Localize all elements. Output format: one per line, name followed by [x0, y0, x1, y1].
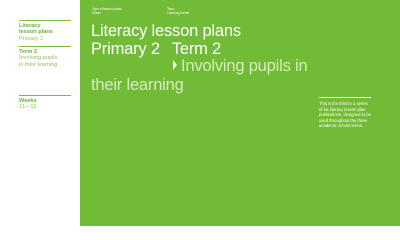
divider: [19, 46, 71, 47]
series-note-text: This is the third in a series of six lit…: [319, 101, 371, 129]
meta-type: Type of lesson plans: Grade: [92, 7, 122, 15]
meta-term: Term: Learning theme: [167, 7, 189, 15]
sidebar-term-sub-line2: in their learning: [19, 61, 58, 68]
sidebar-title-block: Literacy lesson plans Primary 2: [19, 20, 71, 42]
divider: [19, 95, 71, 96]
meta-type-value: Grade: [92, 11, 101, 15]
main-panel: Type of lesson plans: Grade Term: Learni…: [80, 0, 400, 226]
subtitle-line1: Involving pupils in: [181, 57, 308, 75]
sidebar-weeks-range: 11—15: [19, 104, 37, 111]
sidebar-weeks-block: Weeks 11—15: [19, 95, 71, 111]
divider: [319, 97, 371, 98]
cover-page: Literacy lesson plans Primary 2 Term 2 I…: [0, 0, 400, 226]
subtitle-line2: their learning: [91, 76, 184, 94]
title-term: Term 2: [171, 40, 222, 58]
title-level-term: Primary 2 Term 2: [91, 40, 391, 58]
page-title: Literacy lesson plans Primary 2 Term 2: [91, 22, 391, 58]
page-subtitle: Involving pupils in their learning: [91, 57, 391, 95]
title-level: Primary 2: [91, 40, 160, 58]
meta-term-value: Learning theme: [167, 11, 190, 15]
series-note: This is the third in a series of six lit…: [319, 97, 371, 129]
title-line: Literacy lesson plans: [91, 22, 241, 40]
chevron-right-icon: [173, 60, 177, 70]
sidebar-term-block: Term 2 Involving pupils in their learnin…: [19, 46, 71, 68]
sidebar: Literacy lesson plans Primary 2 Term 2 I…: [0, 0, 80, 226]
sidebar-level: Primary 2: [19, 35, 43, 42]
divider: [19, 20, 71, 21]
subtitle-line1-wrap: Involving pupils in: [91, 57, 391, 76]
